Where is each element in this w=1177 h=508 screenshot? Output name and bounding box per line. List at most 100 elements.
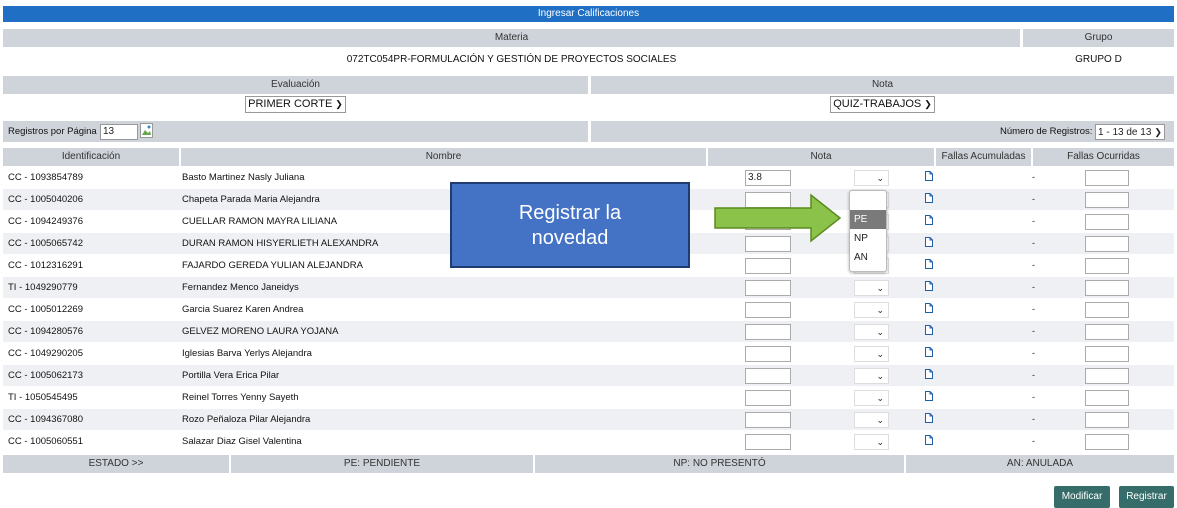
fallas-ocurridas-input[interactable] [1085, 302, 1129, 318]
document-icon[interactable] [925, 347, 933, 357]
page-title: Ingresar Calificaciones [3, 6, 1174, 22]
fallas-ocurridas-input[interactable] [1085, 192, 1129, 208]
table-row: TI - 1049290779 Fernandez Menco Janeidys ⌄… [3, 277, 1174, 298]
document-icon[interactable] [925, 215, 933, 225]
fallas-ocurridas-input[interactable] [1085, 280, 1129, 296]
nota-input[interactable] [745, 280, 791, 296]
document-icon[interactable] [925, 413, 933, 423]
table-row: CC - 1094280576 GELVEZ MORENO LAURA YOJAN… [3, 321, 1174, 342]
student-name: DURAN RAMON HISYERLIETH ALEXANDRA [182, 238, 379, 249]
student-name: Fernandez Menco Janeidys [182, 282, 299, 293]
novedad-select[interactable]: ⌄ [854, 324, 889, 340]
document-icon[interactable] [925, 259, 933, 269]
student-name: Portilla Vera Erica Pilar [182, 370, 280, 381]
numero-registros-value: 1 - 13 de 13 [1098, 127, 1152, 138]
fallas-acumuladas-value: - [1032, 238, 1035, 248]
novedad-select[interactable]: ⌄ [854, 390, 889, 406]
document-icon[interactable] [925, 171, 933, 181]
estado-pe: PE: PENDIENTE [231, 455, 533, 473]
nota-select[interactable]: QUIZ-TRABAJOS ❯ [830, 96, 935, 113]
nota-input[interactable] [745, 324, 791, 340]
document-icon[interactable] [925, 369, 933, 379]
fallas-ocurridas-input[interactable] [1085, 412, 1129, 428]
fallas-ocurridas-input[interactable] [1085, 170, 1129, 186]
table-row: CC - 1049290205 Iglesias Barva Yerlys Ale… [3, 343, 1174, 364]
fallas-acumuladas-value: - [1032, 436, 1035, 446]
registros-input[interactable]: 13 [100, 124, 138, 140]
document-icon[interactable] [925, 435, 933, 445]
document-icon[interactable] [925, 193, 933, 203]
fallas-ocurridas-input[interactable] [1085, 324, 1129, 340]
document-icon[interactable] [925, 237, 933, 247]
student-name: Basto Martinez Nasly Juliana [182, 172, 305, 183]
fallas-ocurridas-input[interactable] [1085, 258, 1129, 274]
nota-input[interactable] [745, 258, 791, 274]
student-id: CC - 1093854789 [8, 172, 83, 183]
arrow-right-icon [714, 193, 842, 243]
fallas-acumuladas-value: - [1032, 326, 1035, 336]
broken-image-icon[interactable] [140, 123, 153, 138]
estado-an: AN: ANULADA [906, 455, 1174, 473]
student-id: CC - 1094280576 [8, 326, 83, 337]
table-row: CC - 1005060551 Salazar Diaz Gisel Valent… [3, 431, 1174, 452]
fallas-ocurridas-input[interactable] [1085, 236, 1129, 252]
chevron-down-icon: ⌄ [876, 173, 884, 183]
fallas-ocurridas-input[interactable] [1085, 368, 1129, 384]
registros-label: Registros por Página [8, 126, 97, 137]
fallas-ocurridas-input[interactable] [1085, 390, 1129, 406]
student-id: TI - 1050545495 [8, 392, 78, 403]
fallas-acumuladas-value: - [1032, 172, 1035, 182]
document-icon[interactable] [925, 281, 933, 291]
fallas-acumuladas-value: - [1032, 282, 1035, 292]
fallas-ocurridas-input[interactable] [1085, 214, 1129, 230]
numero-registros-label: Número de Registros: [1000, 126, 1093, 137]
estado-np: NP: NO PRESENTÓ [535, 455, 904, 473]
novedad-select[interactable]: ⌄ [854, 170, 889, 186]
chevron-down-icon: ⌄ [876, 437, 884, 447]
nota-input[interactable] [745, 302, 791, 318]
chevron-down-icon: ⌄ [876, 283, 884, 293]
col-nota: Nota [708, 148, 934, 166]
chevron-down-icon: ⌄ [876, 393, 884, 403]
novedad-select[interactable]: ⌄ [854, 412, 889, 428]
document-icon[interactable] [925, 391, 933, 401]
student-id: CC - 1005040206 [8, 194, 83, 205]
evaluacion-select[interactable]: PRIMER CORTE ❯ [245, 96, 346, 113]
modificar-button[interactable]: Modificar [1054, 486, 1110, 508]
fallas-acumuladas-value: - [1032, 348, 1035, 358]
nota-input[interactable] [745, 412, 791, 428]
nota-header: Nota [591, 76, 1174, 94]
student-id: CC - 1012316291 [8, 260, 83, 271]
registrar-button[interactable]: Registrar [1119, 486, 1174, 508]
nota-input[interactable] [745, 346, 791, 362]
fallas-ocurridas-input[interactable] [1085, 434, 1129, 450]
document-icon[interactable] [925, 303, 933, 313]
fallas-acumuladas-value: - [1032, 370, 1035, 380]
nota-input[interactable] [745, 390, 791, 406]
col-identificacion: Identificación [3, 148, 179, 166]
dropdown-option[interactable]: NP [850, 229, 886, 248]
nota-input[interactable]: 3.8 [745, 170, 791, 186]
fallas-acumuladas-value: - [1032, 304, 1035, 314]
novedad-dropdown[interactable]: PE NP AN [849, 190, 887, 272]
chevron-down-icon: ⌄ [876, 327, 884, 337]
chevron-down-icon: ❯ [924, 99, 932, 109]
fallas-ocurridas-input[interactable] [1085, 346, 1129, 362]
chevron-down-icon: ❯ [1154, 127, 1162, 137]
novedad-select[interactable]: ⌄ [854, 368, 889, 384]
numero-registros-select[interactable]: 1 - 13 de 13 ❯ [1095, 124, 1165, 140]
novedad-select[interactable]: ⌄ [854, 302, 889, 318]
nota-input[interactable] [745, 434, 791, 450]
novedad-select[interactable]: ⌄ [854, 280, 889, 296]
grupo-value: GRUPO D [1075, 54, 1122, 65]
callout-box: Registrar la novedad [450, 182, 690, 268]
grupo-header: Grupo [1023, 29, 1174, 47]
student-name: Chapeta Parada Maria Alejandra [182, 194, 320, 205]
dropdown-option[interactable]: PE [850, 210, 886, 229]
novedad-select[interactable]: ⌄ [854, 346, 889, 362]
dropdown-option[interactable]: AN [850, 248, 886, 267]
novedad-select[interactable]: ⌄ [854, 434, 889, 450]
estado-label: ESTADO >> [3, 455, 229, 473]
nota-input[interactable] [745, 368, 791, 384]
document-icon[interactable] [925, 325, 933, 335]
